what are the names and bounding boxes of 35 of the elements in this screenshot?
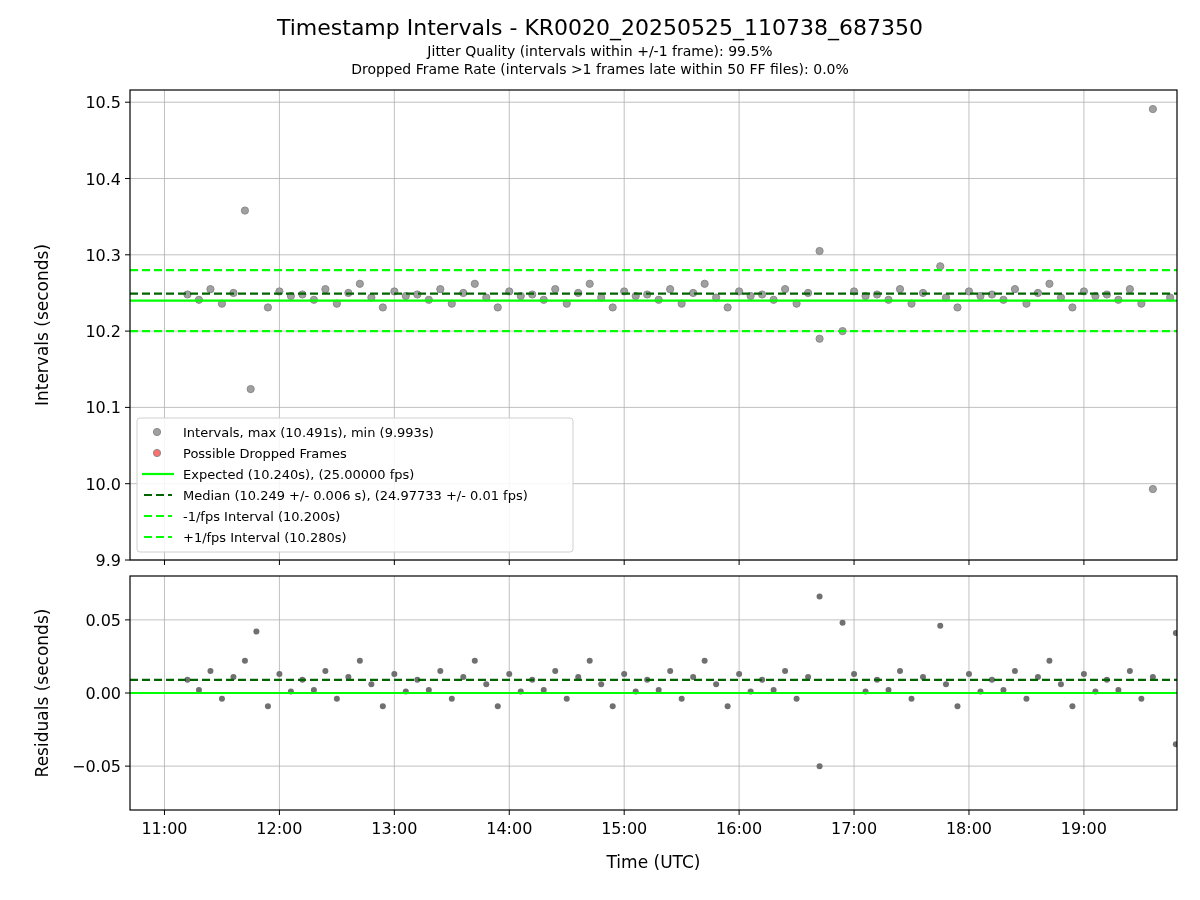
legend-label: Possible Dropped Frames bbox=[183, 446, 347, 461]
legend-label: Median (10.249 +/- 0.006 s), (24.97733 +/- 0.01 fps) bbox=[183, 488, 528, 503]
legend-line-icon bbox=[144, 514, 172, 518]
legend-line-icon bbox=[144, 493, 172, 497]
axis-title: Residuals (seconds) bbox=[32, 608, 52, 778]
axis-tick-label: 19:00 bbox=[1060, 819, 1107, 838]
axis-title: Time (UTC) bbox=[606, 852, 701, 872]
axis-tick-label: −0.05 bbox=[71, 757, 121, 777]
chart-subtitle: Jitter Quality (intervals within +/-1 frame): 99.5% bbox=[427, 42, 773, 60]
legend-label: +1/fps Interval (10.280s) bbox=[183, 530, 347, 545]
legend-line-icon bbox=[144, 535, 172, 539]
axis-tick-label: 17:00 bbox=[831, 819, 878, 838]
axis-tick-label: 9.9 bbox=[95, 551, 121, 570]
axis-tick-label: 10.5 bbox=[85, 93, 121, 113]
axis-tick-label: 10.1 bbox=[85, 398, 121, 418]
axis-tick-label: 11:00 bbox=[141, 819, 188, 838]
axis-tick-label: 18:00 bbox=[945, 819, 993, 838]
axis-tick-label: 10.0 bbox=[85, 474, 121, 494]
axis-tick-label: 15:00 bbox=[601, 819, 648, 838]
axis-tick-label: 0.05 bbox=[85, 610, 121, 630]
axis-tick-label: 12:00 bbox=[256, 819, 303, 838]
axis-tick-label: 13:00 bbox=[371, 819, 418, 838]
axis-tick-label: 14:00 bbox=[486, 819, 533, 838]
axis-title: Intervals (seconds) bbox=[32, 243, 52, 407]
legend-label: Intervals, max (10.491s), min (9.993s) bbox=[183, 425, 434, 440]
chart-subtitle: Dropped Frame Rate (intervals >1 frames late within 50 FF files): 0.0% bbox=[351, 60, 849, 78]
legend-label: Expected (10.240s), (25.00000 fps) bbox=[183, 467, 415, 482]
axis-tick-label: 10.4 bbox=[85, 169, 121, 189]
legend-line-icon bbox=[142, 472, 174, 476]
axis-tick-label: 10.3 bbox=[85, 245, 121, 265]
axis-tick-label: 16:00 bbox=[716, 819, 763, 838]
legend-label: -1/fps Interval (10.200s) bbox=[183, 509, 341, 524]
axis-tick-label: 10.2 bbox=[85, 322, 121, 342]
chart-title: Timestamp Intervals - KR0020_20250525_110738_687350 bbox=[276, 14, 924, 42]
axis-tick-label: 0.00 bbox=[85, 684, 121, 703]
